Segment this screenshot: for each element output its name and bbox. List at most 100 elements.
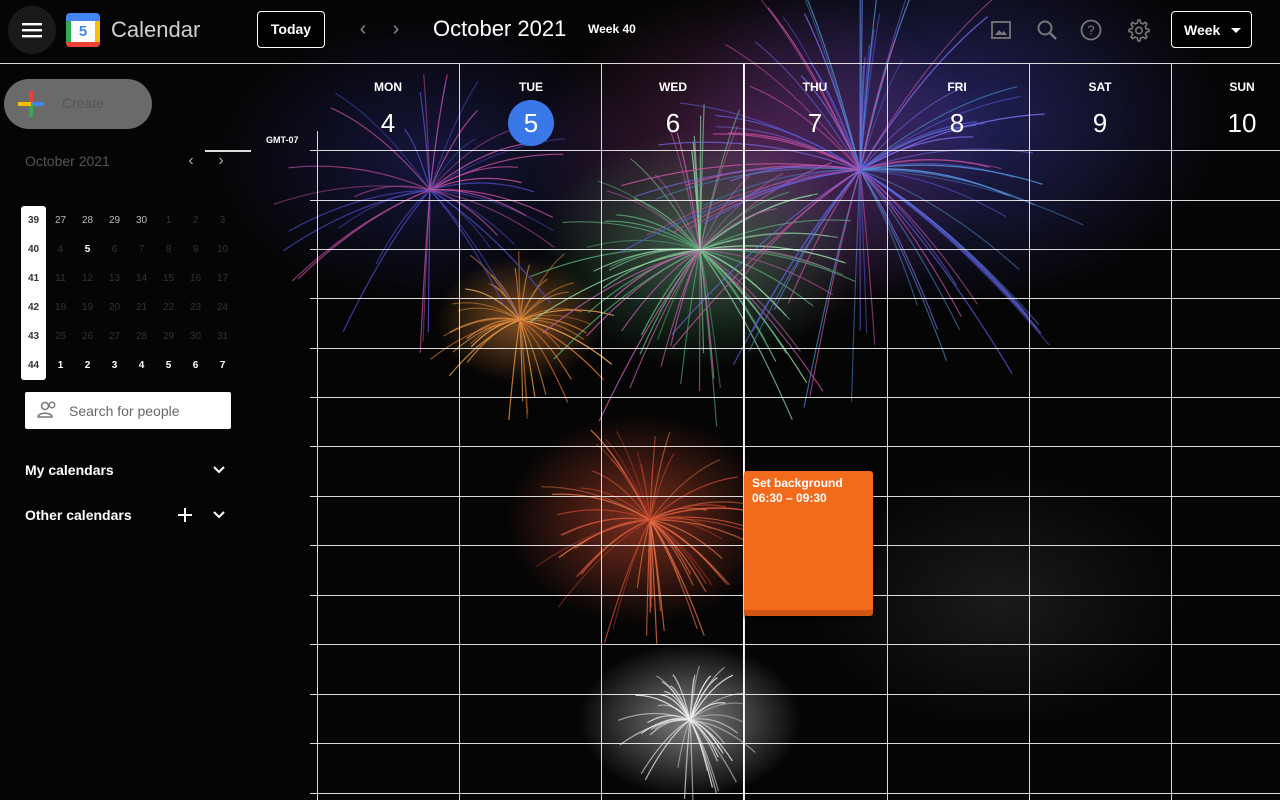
firework-streak — [429, 189, 527, 217]
mini-calendar-day[interactable]: 31 — [209, 327, 236, 347]
mini-calendar-day[interactable]: 7 — [209, 356, 236, 376]
view-selector[interactable]: Week — [1171, 11, 1252, 48]
mini-calendar-day[interactable]: 5 — [74, 240, 101, 260]
mini-calendar-day[interactable]: 9 — [182, 240, 209, 260]
day-number[interactable]: 8 — [934, 100, 980, 146]
firework-streak — [595, 443, 651, 521]
today-day-number[interactable]: 5 — [508, 100, 554, 146]
week-number-column — [21, 206, 46, 380]
firework-streak — [699, 219, 851, 251]
day-number[interactable]: 4 — [365, 100, 411, 146]
week-number[interactable]: 44 — [20, 356, 47, 376]
mini-calendar-day[interactable]: 7 — [128, 240, 155, 260]
chevron-down-icon[interactable] — [211, 507, 227, 523]
mini-calendar-day[interactable]: 10 — [209, 240, 236, 260]
mini-calendar-day[interactable]: 21 — [128, 298, 155, 318]
mini-calendar-day[interactable]: 26 — [74, 327, 101, 347]
mini-calendar-day[interactable]: 5 — [155, 356, 182, 376]
previous-week-icon[interactable]: ‹ — [351, 18, 375, 42]
week-number[interactable]: 39 — [20, 211, 47, 231]
mini-calendar-day[interactable]: 28 — [128, 327, 155, 347]
mini-calendar-day[interactable]: 23 — [182, 298, 209, 318]
search-icon[interactable] — [1034, 17, 1060, 43]
mini-calendar-day[interactable]: 20 — [101, 298, 128, 318]
calendar-event[interactable]: Set background 06:30 – 09:30 — [744, 471, 873, 616]
firework-streak — [646, 169, 861, 236]
hour-line — [310, 298, 1280, 299]
day-number[interactable]: 7 — [792, 100, 838, 146]
image-icon[interactable] — [988, 17, 1014, 43]
mini-calendar-day[interactable]: 15 — [155, 269, 182, 289]
search-people-field[interactable]: Search for people — [25, 392, 231, 429]
firework-streak — [429, 189, 552, 304]
mini-calendar-day[interactable]: 12 — [74, 269, 101, 289]
mini-calendar-day[interactable]: 16 — [182, 269, 209, 289]
mini-calendar-day[interactable]: 2 — [74, 356, 101, 376]
mini-calendar-day[interactable]: 2 — [182, 211, 209, 231]
hour-line — [310, 150, 1280, 151]
firework-streak — [712, 133, 861, 171]
svg-text:?: ? — [1087, 23, 1094, 38]
firework-streak — [291, 189, 431, 282]
hour-line — [310, 348, 1280, 349]
mini-calendar-day[interactable]: 6 — [182, 356, 209, 376]
week-number[interactable]: 43 — [20, 327, 47, 347]
add-calendar-icon[interactable] — [177, 507, 193, 523]
top-header: 5 Calendar Today ‹ › October 2021 Week 4… — [0, 0, 1280, 64]
week-number[interactable]: 40 — [20, 240, 47, 260]
mini-calendar-day[interactable]: 18 — [47, 298, 74, 318]
firework-streak — [273, 185, 431, 205]
week-number-label: Week 40 — [588, 22, 636, 36]
week-number[interactable]: 42 — [20, 298, 47, 318]
mini-calendar-day[interactable]: 14 — [128, 269, 155, 289]
mini-prev-month-icon[interactable]: ‹ — [182, 153, 200, 171]
mini-calendar-day[interactable]: 28 — [74, 211, 101, 231]
mini-calendar-day[interactable]: 8 — [155, 240, 182, 260]
day-number[interactable]: 6 — [650, 100, 696, 146]
mini-calendar-day[interactable]: 24 — [209, 298, 236, 318]
firework-streak — [689, 719, 694, 800]
firework-streak — [859, 169, 876, 345]
week-number[interactable]: 41 — [20, 269, 47, 289]
today-button[interactable]: Today — [257, 11, 325, 48]
mini-calendar-day[interactable]: 17 — [209, 269, 236, 289]
mini-next-month-icon[interactable]: › — [212, 153, 230, 171]
mini-calendar-day[interactable]: 19 — [74, 298, 101, 318]
firework-streak — [699, 208, 777, 251]
mini-calendar-day[interactable]: 29 — [155, 327, 182, 347]
mini-calendar-day[interactable]: 4 — [47, 240, 74, 260]
next-week-icon[interactable]: › — [384, 18, 408, 42]
day-number[interactable]: 9 — [1077, 100, 1123, 146]
mini-calendar-day[interactable]: 25 — [47, 327, 74, 347]
create-plus-icon — [18, 91, 44, 117]
other-calendars-header[interactable]: Other calendars — [25, 507, 132, 523]
mini-calendar-day[interactable]: 27 — [101, 327, 128, 347]
mini-calendar-day[interactable]: 30 — [182, 327, 209, 347]
settings-icon[interactable] — [1125, 17, 1151, 43]
mini-calendar-day[interactable]: 30 — [128, 211, 155, 231]
main-menu-button[interactable] — [8, 6, 56, 54]
mini-calendar-day[interactable]: 1 — [47, 356, 74, 376]
hour-line — [310, 397, 1280, 398]
app-title[interactable]: Calendar — [111, 17, 200, 43]
mini-calendar-day[interactable]: 1 — [155, 211, 182, 231]
mini-calendar-day[interactable]: 6 — [101, 240, 128, 260]
day-number[interactable]: 10 — [1219, 100, 1265, 146]
mini-calendar-day[interactable]: 11 — [47, 269, 74, 289]
mini-calendar-day[interactable]: 3 — [101, 356, 128, 376]
mini-calendar-day[interactable]: 3 — [209, 211, 236, 231]
firework-streak — [288, 189, 431, 232]
mini-calendar-day[interactable]: 29 — [101, 211, 128, 231]
chevron-down-icon[interactable] — [211, 462, 227, 478]
hour-line — [310, 446, 1280, 447]
mini-calendar-day[interactable]: 27 — [47, 211, 74, 231]
my-calendars-header[interactable]: My calendars — [25, 462, 114, 478]
mini-calendar-day[interactable]: 13 — [101, 269, 128, 289]
mini-calendar-day[interactable]: 22 — [155, 298, 182, 318]
calendar-logo[interactable]: 5 — [66, 13, 100, 47]
firework-streak — [680, 249, 701, 385]
help-icon[interactable]: ? — [1078, 17, 1104, 43]
mini-calendar-day[interactable]: 4 — [128, 356, 155, 376]
header-divider — [0, 63, 1280, 64]
firework-streak — [859, 169, 1084, 226]
